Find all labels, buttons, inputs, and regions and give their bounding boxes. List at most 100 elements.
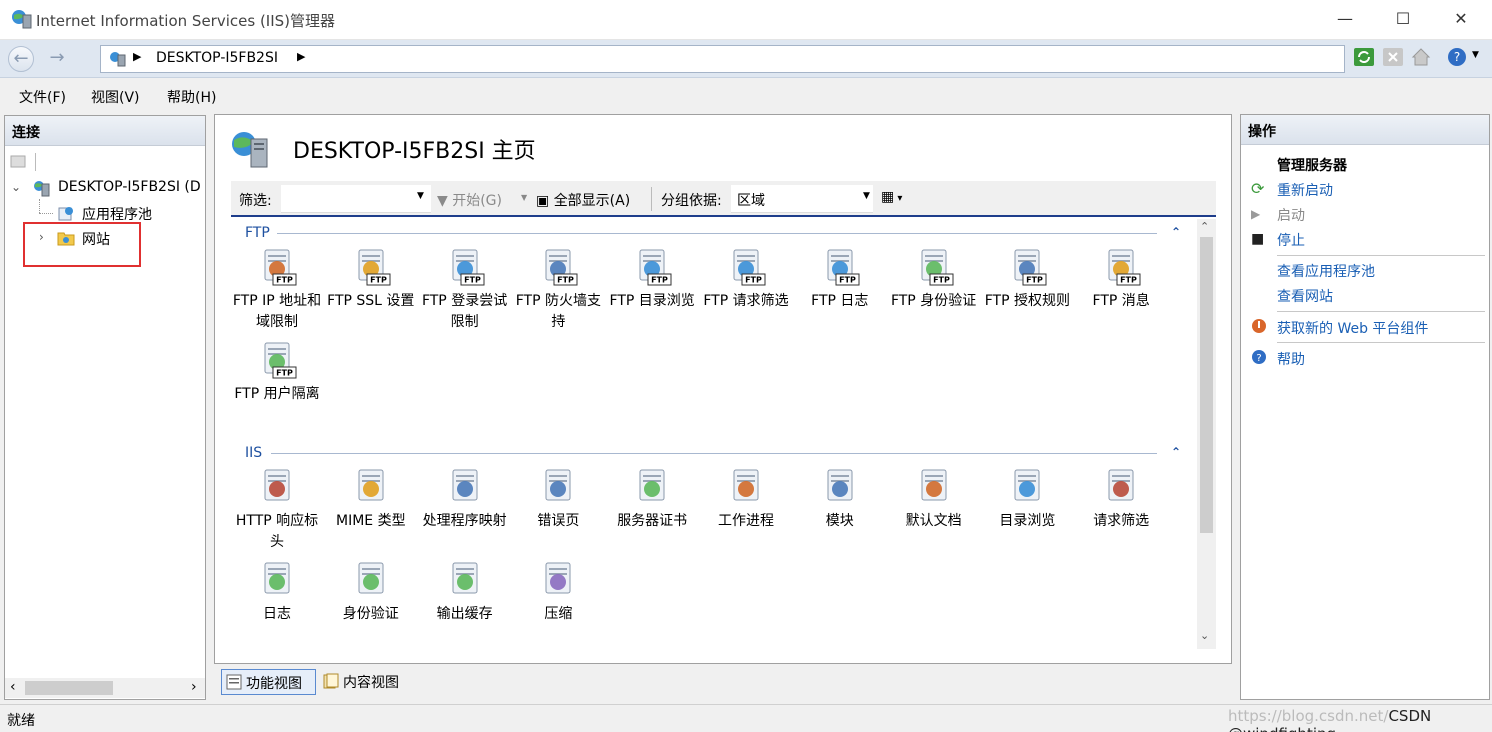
feature-modules[interactable]: 模块 xyxy=(793,467,887,532)
feature-ftp-authentication[interactable]: FTP FTP 身份验证 xyxy=(887,247,981,312)
close-button[interactable]: ✕ xyxy=(1436,0,1486,40)
group-by-select[interactable]: 区域 xyxy=(731,185,873,213)
feature-default-document[interactable]: 默认文档 xyxy=(887,467,981,532)
scrollbar-thumb[interactable] xyxy=(25,681,113,695)
forward-button[interactable]: → xyxy=(44,46,70,72)
start-action[interactable]: 启动 xyxy=(1277,205,1305,225)
feature-authentication[interactable]: 身份验证 xyxy=(324,560,418,625)
restart-action[interactable]: 重新启动 xyxy=(1277,180,1333,200)
menu-help[interactable]: 帮助(H) xyxy=(167,87,216,107)
iis-app-icon xyxy=(12,10,32,29)
tree-server-label[interactable]: DESKTOP-I5FB2SI (D xyxy=(58,179,201,195)
help-action[interactable]: 帮助 xyxy=(1277,349,1305,369)
maximize-button[interactable]: ☐ xyxy=(1378,0,1428,40)
section-ftp-title: FTP xyxy=(245,225,270,241)
watermark-url: https://blog.csdn.net/ xyxy=(1228,707,1389,725)
feature-ftp-messages[interactable]: FTP FTP 消息 xyxy=(1074,247,1168,312)
feature-directory-browsing[interactable]: 目录浏览 xyxy=(980,467,1074,532)
scroll-up-icon[interactable]: ⌃ xyxy=(1200,220,1209,233)
start-filter-button[interactable]: ▼ 开始(G) xyxy=(437,190,502,210)
new-connection-icon[interactable] xyxy=(9,153,27,169)
authentication-icon xyxy=(351,560,391,600)
filter-input[interactable] xyxy=(281,185,431,213)
stop-action[interactable]: 停止 xyxy=(1277,230,1305,250)
feature-ftp-request-filtering[interactable]: FTP FTP 请求筛选 xyxy=(699,247,793,312)
start-dropdown-icon[interactable]: ▼ xyxy=(521,193,527,202)
svg-text:FTP: FTP xyxy=(276,276,293,285)
feature-label: 错误页 xyxy=(537,513,580,529)
features-vscrollbar[interactable]: ⌃ ⌄ xyxy=(1197,219,1216,649)
view-app-pools-action[interactable]: 查看应用程序池 xyxy=(1277,261,1375,281)
menu-bar: 文件(F) 视图(V) 帮助(H) xyxy=(0,79,1492,113)
show-all-button[interactable]: ▣ 全部显示(A) xyxy=(536,190,630,210)
menu-file[interactable]: 文件(F) xyxy=(19,87,66,107)
modules-icon xyxy=(820,467,860,507)
feature-worker-processes[interactable]: 工作进程 xyxy=(699,467,793,532)
scroll-down-icon[interactable]: ⌄ xyxy=(1200,629,1209,642)
feature-ftp-logging[interactable]: FTP FTP 日志 xyxy=(793,247,887,312)
group-by-label: 分组依据: xyxy=(661,193,722,209)
ftp-authorization-icon: FTP xyxy=(1007,247,1047,287)
address-field[interactable]: ▶ DESKTOP-I5FB2SI ▶ xyxy=(100,45,1345,73)
feature-ftp-directory-browsing[interactable]: FTP FTP 目录浏览 xyxy=(605,247,699,312)
feature-request-filtering[interactable]: 请求筛选 xyxy=(1074,467,1168,532)
tree-app-pools-label[interactable]: 应用程序池 xyxy=(82,204,152,224)
feature-label: FTP 消息 xyxy=(1092,293,1150,309)
tab-features-view[interactable]: 功能视图 xyxy=(221,669,316,695)
tab-content-view[interactable]: 内容视图 xyxy=(319,669,419,695)
filter-dropdown-icon[interactable]: ▼ xyxy=(417,191,424,201)
view-mode-button[interactable]: ▦ ▾ xyxy=(881,189,911,209)
feature-label: FTP 日志 xyxy=(811,293,869,309)
tree-server-node[interactable]: ⌄ DESKTOP-I5FB2SI (D xyxy=(9,178,205,200)
status-text: 就绪 xyxy=(7,713,35,729)
connections-hscrollbar[interactable]: ‹ › xyxy=(5,678,205,698)
collapse-section-icon[interactable]: ⌃ xyxy=(1171,445,1181,459)
feature-ftp-firewall[interactable]: FTP FTP 防火墙支持 xyxy=(511,247,605,333)
help-icon[interactable]: ? xyxy=(1446,46,1468,68)
ftp-ip-restrictions-icon: FTP xyxy=(257,247,297,287)
feature-label: FTP 授权规则 xyxy=(984,293,1071,309)
home-icon[interactable] xyxy=(1410,46,1432,68)
feature-ftp-ssl[interactable]: FTP FTP SSL 设置 xyxy=(324,247,418,312)
toolbar-separator xyxy=(651,187,652,211)
feature-ftp-authorization[interactable]: FTP FTP 授权规则 xyxy=(980,247,1074,312)
scrollbar-thumb[interactable] xyxy=(1200,237,1213,533)
feature-mime-types[interactable]: MIME 类型 xyxy=(324,467,418,532)
page-title: DESKTOP-I5FB2SI 主页 xyxy=(293,139,536,164)
feature-handler-mappings[interactable]: 处理程序映射 xyxy=(418,467,512,532)
show-all-icon: ▣ xyxy=(536,193,554,209)
view-sites-action[interactable]: 查看网站 xyxy=(1277,286,1333,306)
feature-compression[interactable]: 压缩 xyxy=(511,560,605,625)
collapse-chevron-icon[interactable]: ⌄ xyxy=(11,180,21,194)
feature-ftp-user-isolation[interactable]: FTP FTP 用户隔离 xyxy=(230,340,324,405)
group-by-dropdown-icon[interactable]: ▼ xyxy=(863,191,870,201)
breadcrumb-separator-icon[interactable]: ▶ xyxy=(133,50,141,63)
worker-processes-icon xyxy=(726,467,766,507)
feature-ftp-logon-attempts[interactable]: FTP FTP 登录尝试限制 xyxy=(418,247,512,333)
toolbar-separator xyxy=(35,153,36,171)
feature-label: MIME 类型 xyxy=(336,513,406,529)
feature-label: FTP 登录尝试限制 xyxy=(421,293,508,330)
svg-text:FTP: FTP xyxy=(370,276,387,285)
back-button[interactable]: ← xyxy=(8,46,34,72)
scroll-right-icon[interactable]: › xyxy=(191,679,197,695)
collapse-section-icon[interactable]: ⌃ xyxy=(1171,225,1181,239)
feature-http-response-headers[interactable]: HTTP 响应标头 xyxy=(230,467,324,553)
get-web-components-action[interactable]: 获取新的 Web 平台组件 xyxy=(1277,318,1428,338)
feature-logging[interactable]: 日志 xyxy=(230,560,324,625)
help-dropdown-icon[interactable]: ▼ xyxy=(1472,50,1479,60)
feature-server-certificates[interactable]: 服务器证书 xyxy=(605,467,699,532)
funnel-icon: ▼ xyxy=(437,193,453,209)
breadcrumb-server[interactable]: DESKTOP-I5FB2SI xyxy=(156,50,278,66)
feature-ftp-ip-restrictions[interactable]: FTP FTP IP 地址和域限制 xyxy=(230,247,324,333)
start-filter-label: 开始(G) xyxy=(452,193,502,209)
feature-error-pages[interactable]: 错误页 xyxy=(511,467,605,532)
menu-view[interactable]: 视图(V) xyxy=(91,87,140,107)
breadcrumb-expand-icon[interactable]: ▶ xyxy=(297,50,305,63)
scroll-left-icon[interactable]: ‹ xyxy=(10,679,16,695)
minimize-button[interactable]: — xyxy=(1320,0,1370,40)
stop-icon[interactable] xyxy=(1382,46,1404,68)
feature-output-caching[interactable]: 输出缓存 xyxy=(418,560,512,625)
refresh-icon[interactable] xyxy=(1353,46,1375,68)
section-divider xyxy=(277,233,1157,234)
